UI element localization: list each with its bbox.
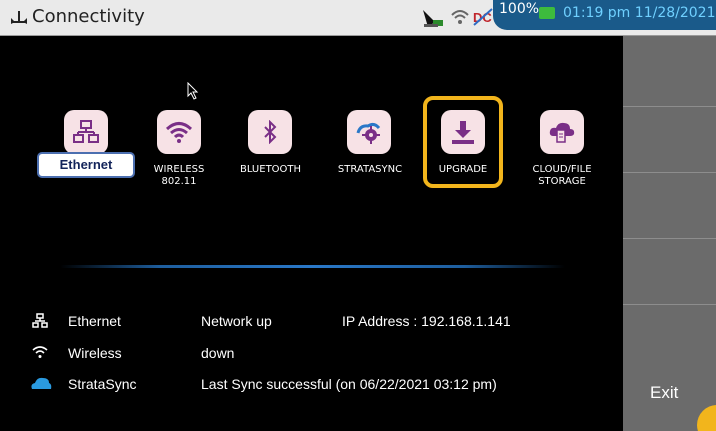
network-icon bbox=[73, 120, 99, 143]
wireless-status-name: Wireless bbox=[68, 345, 122, 361]
ethernet-status-state: Network up bbox=[201, 313, 272, 329]
bluetooth-tile-label[interactable]: BLUETOOTH bbox=[240, 164, 301, 176]
wireless-label-line1: WIRELESS bbox=[153, 164, 205, 175]
wireless-label-line2: 802.11 bbox=[161, 176, 197, 187]
upgrade-tile-label[interactable]: UPGRADE bbox=[436, 164, 490, 176]
softkey-1[interactable] bbox=[623, 106, 716, 107]
ethernet-tile-label[interactable]: Ethernet bbox=[37, 152, 135, 178]
wireless-tile-label[interactable]: WIRELESS 802.11 bbox=[150, 164, 208, 188]
wifi-icon bbox=[165, 122, 193, 143]
mouse-pointer-icon bbox=[187, 82, 199, 100]
title-bar: Connectivity DC 100% 01:19 pm 11/28/2021 bbox=[0, 0, 716, 36]
clock: 01:19 pm 11/28/2021 bbox=[563, 5, 715, 21]
page-title: Connectivity bbox=[32, 6, 145, 27]
time: 01:19 pm bbox=[563, 5, 631, 21]
softkey-2[interactable] bbox=[623, 172, 716, 173]
softkey-3[interactable] bbox=[623, 238, 716, 239]
ethernet-tile[interactable] bbox=[64, 110, 108, 154]
bluetooth-tile[interactable] bbox=[248, 110, 292, 154]
ethernet-ip-address: IP Address : 192.168.1.141 bbox=[342, 313, 511, 329]
dc-power-icon: DC bbox=[473, 8, 493, 26]
wifi-icon bbox=[451, 10, 469, 24]
cloud-label-line1: CLOUD/FILE bbox=[532, 164, 592, 175]
download-icon bbox=[452, 121, 474, 144]
side-softkey-panel: Exit bbox=[623, 36, 716, 431]
stratasync-status-name: StrataSync bbox=[68, 376, 137, 392]
wireless-status-row: Wireless down bbox=[0, 343, 620, 365]
satellite-dish-icon bbox=[423, 10, 443, 27]
cloud-file-storage-tile-label[interactable]: CLOUD/FILE STORAGE bbox=[525, 164, 599, 188]
cloud-label-line2: STORAGE bbox=[538, 176, 586, 187]
wifi-icon bbox=[32, 346, 48, 358]
ethernet-status-name: Ethernet bbox=[68, 313, 121, 329]
cloud-file-storage-tile[interactable] bbox=[540, 110, 584, 154]
stratasync-tile-label[interactable]: STRATASYNC bbox=[335, 164, 405, 176]
battery-percent: 100% bbox=[499, 1, 540, 17]
date: 11/28/2021 bbox=[634, 5, 716, 21]
cloud-file-icon bbox=[549, 122, 575, 143]
status-area: DC 100% 01:19 pm 11/28/2021 bbox=[408, 0, 716, 36]
section-divider bbox=[60, 265, 565, 268]
stratasync-status-state: Last Sync successful (on 06/22/2021 03:1… bbox=[201, 376, 497, 392]
upgrade-tile[interactable] bbox=[441, 110, 485, 154]
stratasync-status-row: StrataSync Last Sync successful (on 06/2… bbox=[0, 374, 620, 396]
exit-label: Exit bbox=[650, 383, 679, 402]
battery-clock-panel: 100% 01:19 pm 11/28/2021 bbox=[493, 0, 716, 30]
network-icon bbox=[32, 313, 48, 328]
cloud-icon bbox=[31, 377, 52, 389]
connectivity-screen: Connectivity DC 100% 01:19 pm 11/28/2021 bbox=[0, 0, 716, 431]
ethernet-status-row: Ethernet Network up IP Address : 192.168… bbox=[0, 311, 620, 333]
stratasync-cloud-gear-icon bbox=[356, 122, 381, 144]
stratasync-tile[interactable] bbox=[347, 110, 391, 154]
wireless-status-state: down bbox=[201, 345, 235, 361]
bluetooth-icon bbox=[264, 120, 277, 144]
wireless-tile[interactable] bbox=[157, 110, 201, 154]
battery-icon bbox=[539, 7, 555, 19]
connectivity-icon bbox=[11, 11, 27, 24]
softkey-4[interactable] bbox=[623, 304, 716, 305]
